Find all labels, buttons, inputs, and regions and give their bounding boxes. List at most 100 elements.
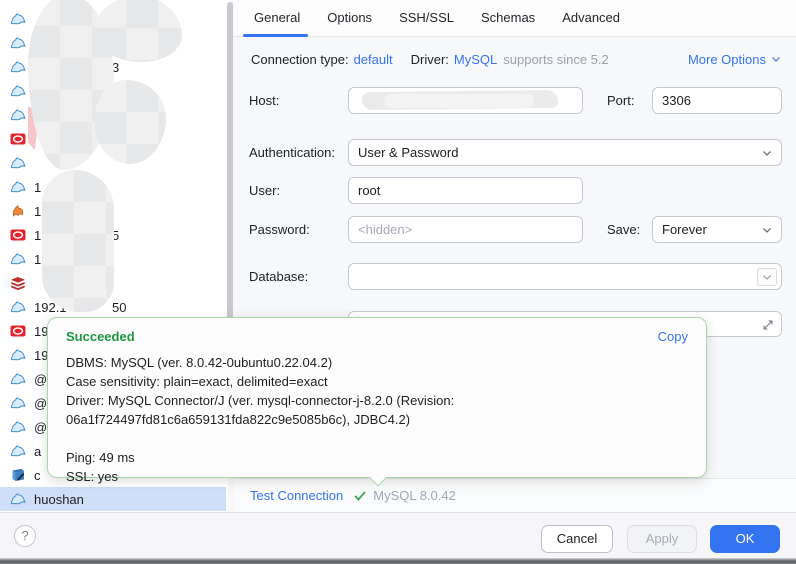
- popup-text-line: DBMS: MySQL (ver. 8.0.42-0ubuntu0.22.04.…: [66, 355, 333, 370]
- data-sources-dialog: 3 1 1 1 5 1 192.1 50 19 19 @ @ @ a c huo…: [0, 0, 796, 564]
- oracle-icon: [10, 323, 26, 339]
- driver-value-link[interactable]: MySQL: [454, 52, 497, 67]
- user-label: User:: [249, 183, 281, 198]
- popup-text-line: Ping: 49 ms: [66, 450, 135, 465]
- mysql-icon: [10, 371, 26, 387]
- settings-tab[interactable]: SSH/SSL: [399, 0, 454, 37]
- host-label: Host:: [249, 93, 280, 108]
- datasource-name-fragment: huoshan: [34, 491, 84, 507]
- mysql-icon: [10, 179, 26, 195]
- database-label: Database:: [249, 269, 309, 284]
- user-input[interactable]: [348, 177, 583, 204]
- database-dropdown-button[interactable]: [757, 267, 777, 286]
- authentication-label: Authentication:: [249, 145, 336, 160]
- apply-button[interactable]: Apply: [627, 525, 697, 553]
- copy-link[interactable]: Copy: [658, 329, 688, 344]
- datasource-name-suffix-fragment: 50: [112, 299, 127, 315]
- chevron-down-icon: [772, 57, 780, 62]
- mysql-icon: [10, 107, 26, 123]
- mysql-icon: [10, 491, 26, 507]
- password-row: Password: Save: Forever: [234, 216, 796, 243]
- dialog-footer: ? Cancel Apply OK: [0, 512, 796, 558]
- host-row: Host: Port:: [234, 87, 796, 114]
- more-options-link[interactable]: More Options: [688, 52, 782, 67]
- settings-tab[interactable]: Advanced: [562, 0, 620, 37]
- expand-editor-icon[interactable]: [762, 319, 774, 331]
- tab-label: SSH/SSL: [399, 9, 454, 25]
- connection-type-bar: Connection type: default Driver: MySQL s…: [251, 48, 782, 70]
- driver-label: Driver:: [410, 51, 449, 67]
- datasource-name-fragment: a: [34, 443, 42, 459]
- redaction-mosaic: [42, 170, 114, 312]
- popup-text-line: [66, 429, 688, 448]
- success-check-icon: [354, 491, 366, 501]
- popup-text-line: Driver: MySQL Connector/J (ver. mysql-co…: [66, 393, 455, 408]
- database-combobox[interactable]: [348, 263, 782, 290]
- redis-icon: [10, 275, 26, 291]
- datasource-name-fragment: 1: [34, 179, 42, 195]
- mysql-icon: [10, 251, 26, 267]
- settings-tab[interactable]: Options: [327, 0, 372, 37]
- generic-orange-icon: [10, 203, 26, 219]
- mysql-icon: [10, 419, 26, 435]
- redaction-mosaic: [94, 0, 182, 62]
- oracle-icon: [10, 131, 26, 147]
- datasource-name-fragment: @: [34, 419, 48, 435]
- popup-text-line: 06a1f724497fd81c6a659131fda822c9e5085b6c…: [66, 412, 411, 427]
- notebook-icon: [10, 467, 26, 483]
- save-label: Save:: [607, 222, 641, 237]
- datasource-name-fragment: @: [34, 371, 48, 387]
- tab-label: Schemas: [480, 9, 536, 25]
- chevron-down-icon: [763, 150, 771, 156]
- user-row: User:: [234, 177, 796, 204]
- datasource-list-item[interactable]: 1: [0, 175, 226, 199]
- popup-header: Succeeded Copy: [66, 329, 688, 344]
- mysql-icon: [10, 443, 26, 459]
- database-row: Database:: [234, 263, 796, 290]
- password-label: Password:: [249, 222, 310, 237]
- chevron-down-icon: [763, 274, 771, 280]
- mysql-icon: [10, 11, 26, 27]
- mysql-icon: [10, 347, 26, 363]
- driver-support-note: supports since 5.2: [503, 51, 609, 67]
- tab-label: Options: [327, 9, 373, 25]
- popup-text-line: Case sensitivity: plain=exact, delimited…: [66, 374, 328, 389]
- datasource-list-item[interactable]: huoshan: [0, 487, 226, 511]
- datasource-name-fragment: 1: [34, 227, 42, 243]
- chevron-down-icon: [763, 227, 771, 233]
- port-label: Port:: [607, 93, 635, 108]
- settings-tabs: General Options SSH/SSL Schemas Advanced: [234, 0, 796, 37]
- settings-tab[interactable]: Schemas: [481, 0, 535, 37]
- mysql-icon: [10, 59, 26, 75]
- authentication-row: Authentication: User & Password: [234, 139, 796, 166]
- port-input[interactable]: [652, 87, 782, 114]
- test-connection-link[interactable]: Test Connection: [250, 488, 343, 503]
- tab-label: Advanced: [562, 9, 621, 25]
- authentication-value: User & Password: [358, 145, 459, 160]
- cancel-button[interactable]: Cancel: [541, 525, 613, 553]
- redacted-host-scribble: [384, 94, 534, 108]
- datasource-name-fragment: c: [34, 467, 41, 483]
- datasource-name-fragment: 1: [34, 251, 42, 267]
- connection-result-popup: Succeeded Copy DBMS: MySQL (ver. 8.0.42-…: [47, 317, 707, 487]
- connection-type-value-link[interactable]: default: [354, 52, 393, 67]
- oracle-icon: [10, 227, 26, 243]
- save-value: Forever: [662, 222, 707, 237]
- window-bottom-edge: [0, 558, 796, 564]
- save-select[interactable]: Forever: [652, 216, 782, 243]
- mysql-icon: [10, 83, 26, 99]
- datasource-list-item[interactable]: 192.1 50: [0, 295, 226, 319]
- popup-body: DBMS: MySQL (ver. 8.0.42-0ubuntu0.22.04.…: [66, 353, 688, 486]
- popup-title: Succeeded: [66, 329, 135, 344]
- datasource-name-fragment: 1: [34, 203, 42, 219]
- authentication-select[interactable]: User & Password: [348, 139, 782, 166]
- help-button[interactable]: ?: [14, 525, 36, 547]
- more-options-label: More Options: [687, 51, 766, 67]
- tab-label: General: [254, 9, 301, 25]
- password-input[interactable]: [348, 216, 583, 243]
- settings-tab[interactable]: General: [242, 0, 309, 37]
- ok-button[interactable]: OK: [710, 525, 780, 553]
- mysql-icon: [10, 299, 26, 315]
- datasource-name-fragment: @: [34, 395, 48, 411]
- server-version-text: MySQL 8.0.42: [373, 488, 456, 503]
